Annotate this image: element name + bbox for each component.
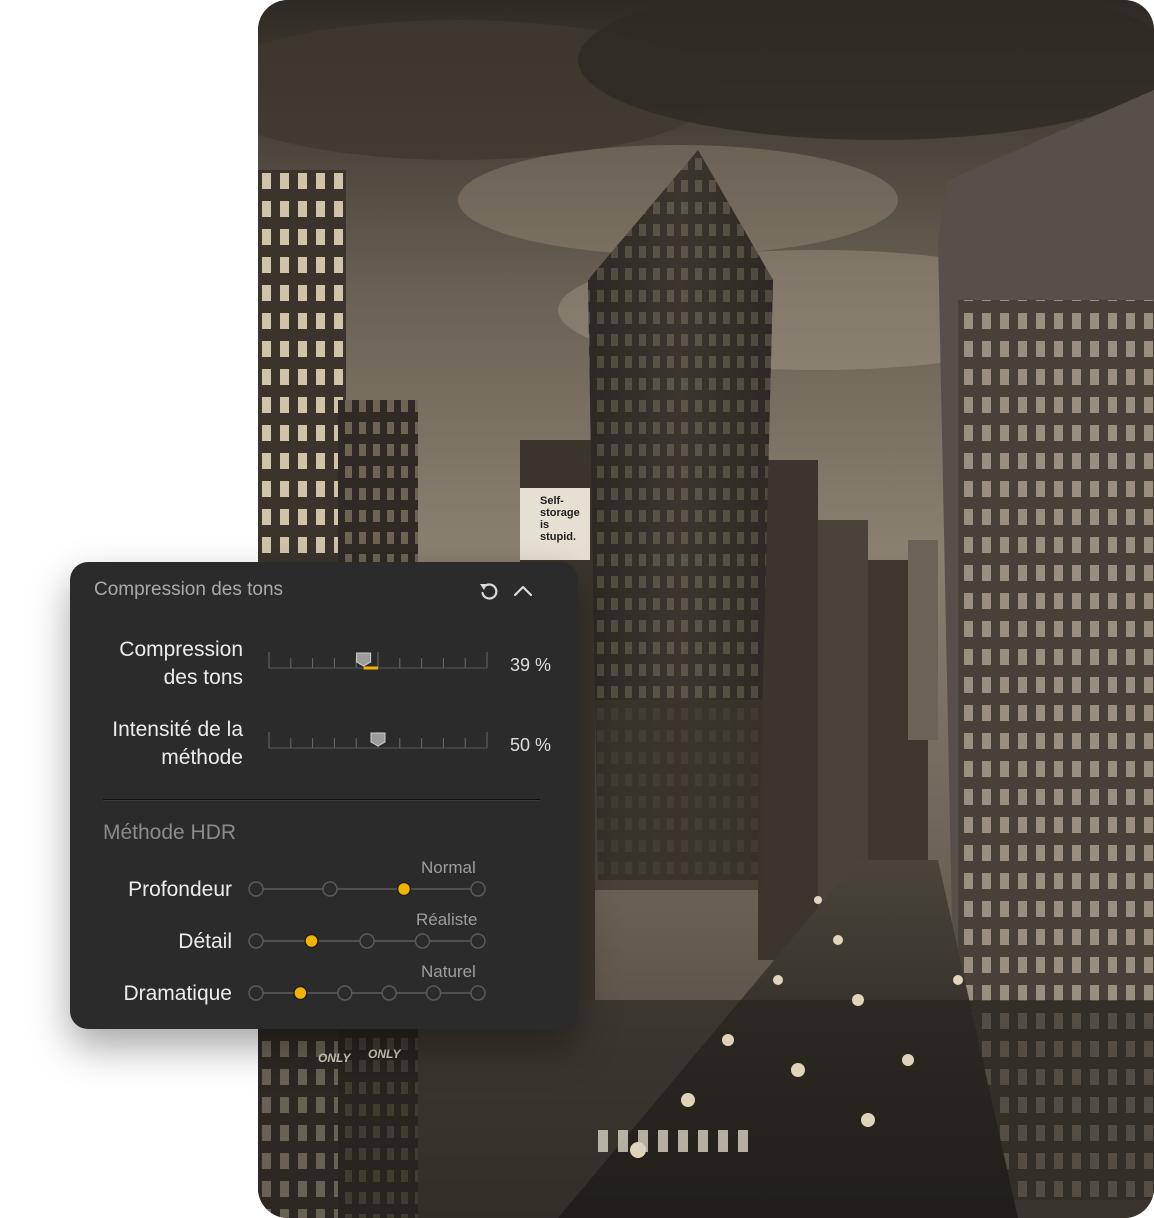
stepper-dot bbox=[337, 985, 353, 1001]
intensity-slider[interactable] bbox=[268, 730, 488, 754]
divider bbox=[103, 799, 540, 800]
panel-header[interactable]: Compression des tons bbox=[70, 562, 578, 618]
section-title-hdr: Méthode HDR bbox=[103, 821, 237, 844]
reset-icon[interactable] bbox=[476, 578, 502, 604]
stepper-dot-selected bbox=[293, 985, 308, 1001]
detail-label: Détail bbox=[178, 930, 232, 953]
compression-label-line1: Compression bbox=[119, 638, 243, 661]
stepper-dot bbox=[470, 881, 486, 897]
stepper-dot bbox=[248, 881, 264, 897]
stepper-dot bbox=[470, 933, 486, 949]
intensity-label-line1: Intensité de la bbox=[112, 718, 243, 741]
stepper-dot bbox=[359, 933, 375, 949]
dramatic-label: Dramatique bbox=[123, 982, 232, 1005]
slider-thumb bbox=[370, 732, 386, 747]
depth-stepper[interactable] bbox=[248, 879, 488, 899]
detail-stepper[interactable] bbox=[248, 931, 488, 951]
stepper-dot bbox=[425, 985, 442, 1001]
stepper-dot bbox=[322, 881, 338, 897]
stepper-dot bbox=[470, 985, 486, 1001]
panel-title: Compression des tons bbox=[94, 579, 284, 600]
stepper-dot-selected bbox=[304, 933, 319, 949]
slider-thumb bbox=[356, 652, 372, 667]
stepper-dot bbox=[248, 985, 264, 1001]
dramatic-caption: Naturel bbox=[421, 962, 476, 981]
dramatic-stepper[interactable] bbox=[248, 983, 488, 1003]
intensity-label-line2: méthode bbox=[161, 746, 243, 769]
stepper-dot bbox=[248, 933, 264, 949]
intensity-value: 50 % bbox=[510, 735, 552, 755]
billboard-line-1: Self- bbox=[540, 495, 564, 507]
intensity-label: Intensité de la méthode bbox=[90, 716, 243, 772]
billboard-line-3: is bbox=[540, 519, 549, 531]
compression-label: Compression des tons bbox=[90, 636, 243, 692]
compression-slider[interactable] bbox=[268, 650, 488, 674]
billboard-line-2: storage bbox=[540, 507, 580, 519]
compression-label-line2: des tons bbox=[163, 666, 243, 689]
billboard-line-4: stupid. bbox=[540, 531, 576, 543]
road-marking-2: ONLY bbox=[368, 1047, 401, 1061]
road-marking-1: ONLY bbox=[318, 1051, 351, 1065]
depth-caption: Normal bbox=[421, 858, 476, 877]
stepper-dot bbox=[414, 933, 431, 949]
compression-value: 39 % bbox=[510, 655, 552, 675]
detail-caption: Réaliste bbox=[416, 910, 478, 929]
stepper-dot bbox=[381, 985, 397, 1001]
stepper-dot-selected bbox=[396, 881, 412, 897]
chevron-up-icon[interactable] bbox=[510, 578, 536, 604]
tone-compression-panel: Compression des tons Compression des ton… bbox=[70, 562, 578, 1029]
depth-label: Profondeur bbox=[128, 878, 232, 901]
